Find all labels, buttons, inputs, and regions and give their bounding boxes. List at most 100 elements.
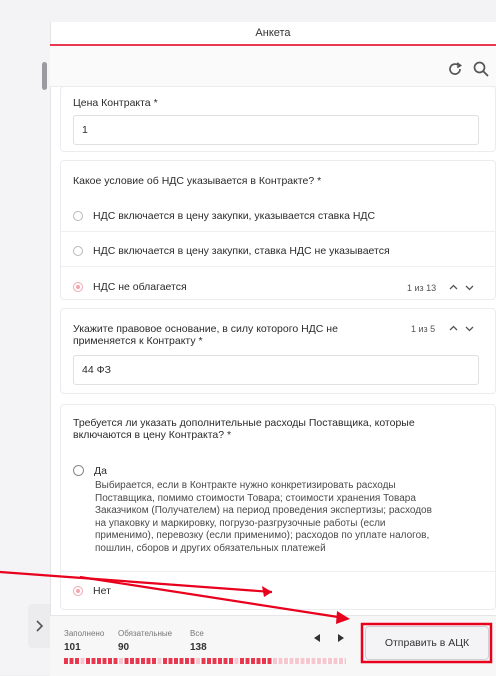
filled-value: 101 <box>64 642 81 653</box>
price-input[interactable]: 1 <box>73 115 479 145</box>
option-label: НДС включается в цену закупки, ставка НД… <box>93 245 390 257</box>
progress-segment <box>64 658 68 664</box>
progress-segment <box>113 658 118 664</box>
question-card-vat-condition: Какое условие об НДС указывается в Контр… <box>60 160 496 300</box>
scrollbar-thumb[interactable] <box>42 62 47 90</box>
divider <box>61 571 496 572</box>
arrow-right-icon[interactable] <box>338 634 344 642</box>
option-label: Да <box>94 465 107 477</box>
progress-segment <box>80 658 85 664</box>
progress-segment <box>218 658 222 664</box>
question-card-extra-costs: Требуется ли указать дополнительные расх… <box>60 404 496 610</box>
search-icon[interactable] <box>472 60 490 78</box>
progress-segment <box>124 658 129 664</box>
description-line: пошлин, сборов и других обязательных пла… <box>95 542 326 554</box>
progress-segment <box>207 658 211 664</box>
progress-segment <box>130 658 134 664</box>
progress-segment <box>295 658 299 664</box>
progress-segment <box>190 658 195 664</box>
question-label-line2: применяется к Контракту * <box>73 335 203 347</box>
progress-segment <box>69 658 74 664</box>
match-counter: 1 из 5 <box>411 324 436 334</box>
radio-selected-icon <box>73 282 83 292</box>
arrow-left-icon[interactable] <box>314 634 320 642</box>
progress-segment <box>251 658 255 664</box>
all-value: 138 <box>190 642 207 653</box>
chevron-right-icon <box>36 620 43 632</box>
progress-segment <box>75 658 79 664</box>
progress-segment <box>108 658 112 664</box>
progress-segment <box>157 658 162 664</box>
description-line: Выбирается, если в Контракте нужно конкр… <box>95 480 396 491</box>
progress-segment <box>311 658 316 664</box>
progress-segment <box>212 658 217 664</box>
send-to-ack-button[interactable]: Отправить в АЦК <box>365 626 489 660</box>
progress-segment <box>344 658 346 664</box>
expand-panel-button[interactable] <box>28 604 50 648</box>
left-rail <box>0 22 50 675</box>
progress-segment <box>339 658 343 664</box>
question-label: Какое условие об НДС указывается в Контр… <box>73 175 322 187</box>
option-label: Нет <box>93 585 111 597</box>
required-label: Обязательные <box>118 629 173 638</box>
panel-title: Анкета <box>50 22 496 46</box>
progress-segment <box>201 658 206 664</box>
progress-segment <box>240 658 244 664</box>
description-line: применимо), перевозку (если применимо); … <box>95 530 430 541</box>
chevron-down-icon[interactable] <box>465 324 474 333</box>
progress-bar <box>64 658 346 664</box>
progress-segment <box>86 658 90 664</box>
description-line: Заказчиком (Получателем) на период прове… <box>95 505 432 516</box>
vat-option-1[interactable]: НДС включается в цену закупки, указывает… <box>73 210 483 223</box>
progress-segment <box>322 658 327 664</box>
progress-segment <box>262 658 266 664</box>
vat-option-2[interactable]: НДС включается в цену закупки, ставка НД… <box>73 245 483 258</box>
extra-costs-option-no-selected[interactable]: Нет <box>73 585 483 598</box>
progress-segment <box>119 658 123 664</box>
progress-segment <box>328 658 332 664</box>
chevron-up-icon[interactable] <box>449 283 458 292</box>
progress-segment <box>91 658 96 664</box>
progress-segment <box>135 658 140 664</box>
radio-icon <box>73 211 83 221</box>
progress-segment <box>179 658 184 664</box>
progress-segment <box>333 658 338 664</box>
divider <box>61 266 496 267</box>
nav-arrows <box>314 634 344 642</box>
question-label: Цена Контракта * <box>73 97 158 109</box>
progress-segment <box>223 658 228 664</box>
progress-segment <box>267 658 272 664</box>
progress-segment <box>306 658 310 664</box>
all-label: Все <box>190 629 204 638</box>
progress-segment <box>317 658 321 664</box>
progress-segment <box>229 658 233 664</box>
progress-segment <box>245 658 250 664</box>
progress-segment <box>273 658 277 664</box>
progress-segment <box>284 658 288 664</box>
progress-segment <box>300 658 305 664</box>
progress-segment <box>97 658 101 664</box>
radio-icon <box>73 246 83 256</box>
progress-segment <box>234 658 239 664</box>
option-label: НДС не облагается <box>93 281 187 293</box>
legal-basis-input[interactable]: 44 ФЗ <box>73 355 479 385</box>
radio-selected-icon <box>73 586 83 596</box>
progress-segment <box>256 658 261 664</box>
question-card-price: Цена Контракта * 1 <box>60 86 496 152</box>
extra-costs-option-yes[interactable]: Да <box>73 465 483 478</box>
progress-segment <box>163 658 167 664</box>
progress-segment <box>174 658 178 664</box>
required-value: 90 <box>118 642 130 653</box>
progress-segment <box>185 658 189 664</box>
progress-segment <box>146 658 151 664</box>
chevron-up-icon[interactable] <box>449 324 458 333</box>
divider <box>61 231 496 232</box>
progress-segment <box>141 658 145 664</box>
refresh-icon[interactable] <box>446 60 464 78</box>
description-line: Поставщика, помимо стоимости Товара; сто… <box>95 492 416 504</box>
question-card-legal-basis: Укажите правовое основание, в силу котор… <box>60 308 496 394</box>
match-counter: 1 из 13 <box>407 283 437 293</box>
progress-segment <box>152 658 156 664</box>
chevron-down-icon[interactable] <box>465 283 474 292</box>
option-label: НДС включается в цену закупки, указывает… <box>93 210 376 222</box>
